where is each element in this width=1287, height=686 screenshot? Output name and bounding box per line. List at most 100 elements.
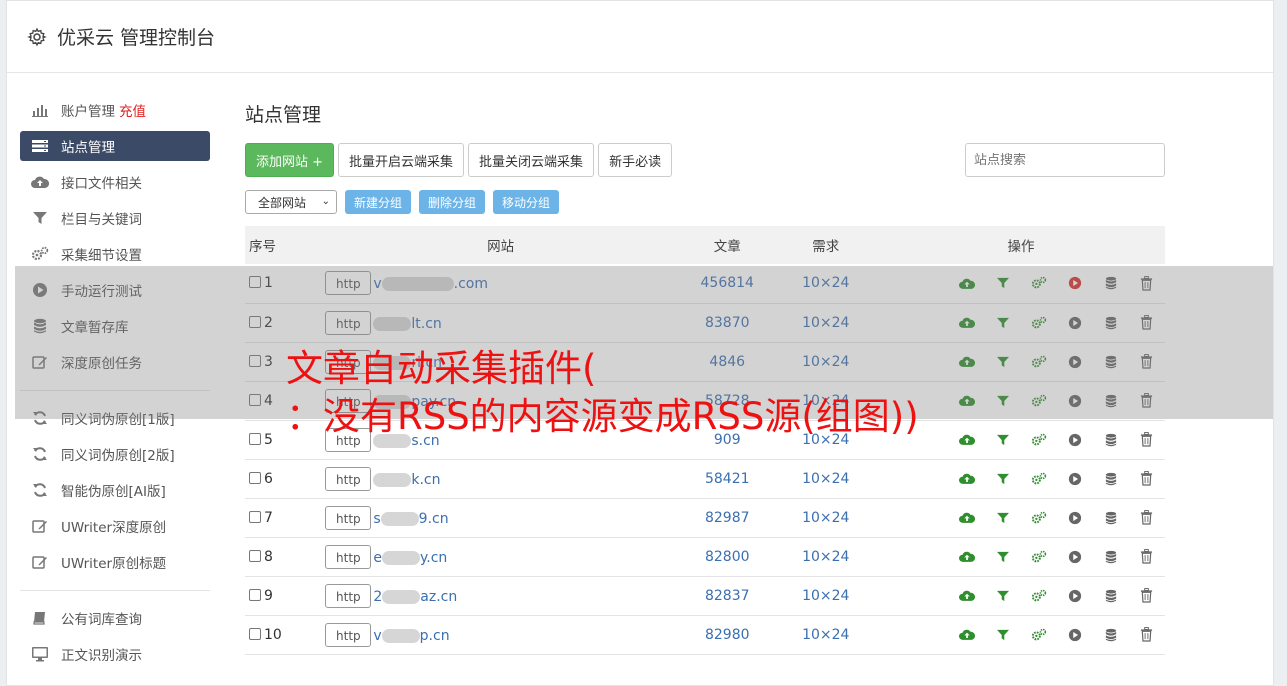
articles-cell[interactable]: 82837 [680, 576, 775, 615]
filter-icon[interactable] [985, 469, 1021, 489]
play-circle-icon[interactable] [1057, 469, 1093, 489]
newbie-guide-button[interactable]: 新手必读 [598, 143, 673, 177]
scheme-badge: http [325, 466, 372, 491]
cloud-upload-icon [31, 174, 49, 190]
row-checkbox[interactable] [249, 432, 261, 445]
site-link[interactable]: s 9.cn [373, 511, 448, 527]
ops-cell [877, 576, 1165, 615]
add-site-button[interactable]: 添加网站 + [245, 143, 335, 177]
play-circle-icon[interactable] [1057, 547, 1093, 567]
trash-icon[interactable] [1129, 547, 1165, 567]
move-group-button[interactable]: 移动分组 [493, 190, 560, 214]
app-title: 优采云 管理控制台 [57, 27, 216, 49]
site-cell: http v p.cn [321, 615, 680, 654]
cloud-upload-icon[interactable] [949, 430, 985, 450]
gears-icon[interactable] [1021, 469, 1057, 489]
gears-icon[interactable] [1021, 586, 1057, 606]
demand-cell[interactable]: 10×24 [775, 498, 877, 537]
filter-icon[interactable] [985, 625, 1021, 645]
cloud-upload-icon[interactable] [949, 508, 985, 528]
site-search-input[interactable] [974, 152, 1156, 168]
row-checkbox[interactable] [249, 588, 261, 601]
sidebar-item-uwriter-deep[interactable]: UWriter深度原创 [20, 511, 210, 541]
site-suffix: y.cn [419, 549, 448, 566]
trash-icon[interactable] [1129, 430, 1165, 450]
row-index: 9 [264, 587, 273, 604]
gears-icon[interactable] [1021, 547, 1057, 567]
site-search-box[interactable] [965, 143, 1165, 177]
play-circle-icon[interactable] [1057, 430, 1093, 450]
trash-icon[interactable] [1129, 508, 1165, 528]
database-icon[interactable] [1093, 430, 1129, 450]
play-circle-icon[interactable] [1057, 586, 1093, 606]
sidebar-item-columns[interactable]: 栏目与关键词 [20, 203, 210, 233]
gears-icon[interactable] [1021, 508, 1057, 528]
cloud-upload-icon[interactable] [949, 586, 985, 606]
filter-icon[interactable] [985, 586, 1021, 606]
row-checkbox[interactable] [249, 471, 261, 484]
ops-cell [877, 615, 1165, 654]
filter-icon[interactable] [985, 430, 1021, 450]
trash-icon[interactable] [1129, 469, 1165, 489]
row-index: 5 [264, 431, 273, 448]
trash-icon[interactable] [1129, 625, 1165, 645]
gears-icon[interactable] [1021, 430, 1057, 450]
articles-cell[interactable]: 58421 [680, 459, 775, 498]
cloud-upload-icon[interactable] [949, 547, 985, 567]
refresh-icon [31, 482, 49, 498]
cloud-upload-icon[interactable] [949, 469, 985, 489]
recharge-link[interactable]: 充值 [119, 100, 146, 120]
database-icon[interactable] [1093, 469, 1129, 489]
database-icon[interactable] [1093, 625, 1129, 645]
row-checkbox[interactable] [249, 549, 261, 562]
site-link[interactable]: k.cn [373, 472, 441, 488]
row-checkbox[interactable] [249, 627, 261, 640]
filter-icon[interactable] [985, 547, 1021, 567]
database-icon[interactable] [1093, 586, 1129, 606]
site-link[interactable]: e y.cn [373, 550, 447, 566]
overlay-line-2: ：没有RSS的内容源变成RSS源(组图)) [286, 395, 919, 438]
ops-cell [877, 498, 1165, 537]
table-row: 6 http k.cn 58421 10×24 [245, 459, 1165, 498]
sidebar-item-collect-settings[interactable]: 采集细节设置 [20, 239, 210, 269]
demand-cell[interactable]: 10×24 [775, 615, 877, 654]
database-icon[interactable] [1093, 508, 1129, 528]
site-group-select[interactable]: 全部网站 ⌄ [245, 190, 337, 214]
row-checkbox[interactable] [249, 510, 261, 523]
site-link[interactable]: v p.cn [373, 628, 449, 644]
play-circle-icon[interactable] [1057, 508, 1093, 528]
ops-cell [877, 459, 1165, 498]
row-index: 8 [264, 548, 273, 565]
filter-icon[interactable] [985, 508, 1021, 528]
batch-open-cloud-button[interactable]: 批量开启云端采集 [338, 143, 465, 177]
sidebar-item-synonym-v2[interactable]: 同义词伪原创[2版] [20, 439, 210, 469]
scheme-badge: http [325, 505, 372, 530]
delete-group-button[interactable]: 删除分组 [419, 190, 486, 214]
sidebar-item-ai-original[interactable]: 智能伪原创[AI版] [20, 475, 210, 505]
overlay-caption: 文章自动采集插件( ：没有RSS的内容源变成RSS源(组图)) [286, 345, 919, 441]
sidebar-item-text-recognition[interactable]: 正文识别演示 [20, 639, 210, 669]
demand-cell[interactable]: 10×24 [775, 459, 877, 498]
sidebar-item-public-lexicon[interactable]: 公有词库查询 [20, 603, 210, 633]
row-index-cell: 6 [245, 459, 321, 498]
trash-icon[interactable] [1129, 586, 1165, 606]
sidebar-item-label: 站点管理 [61, 140, 115, 156]
cloud-upload-icon[interactable] [949, 625, 985, 645]
redacted-blur [373, 472, 412, 487]
sidebar-item-label: 栏目与关键词 [61, 212, 142, 228]
database-icon[interactable] [1093, 547, 1129, 567]
articles-cell[interactable]: 82800 [680, 537, 775, 576]
sidebar-item-interface[interactable]: 接口文件相关 [20, 167, 210, 197]
play-circle-icon[interactable] [1057, 625, 1093, 645]
sidebar-item-sites[interactable]: 站点管理 [20, 131, 210, 161]
demand-cell[interactable]: 10×24 [775, 576, 877, 615]
articles-cell[interactable]: 82980 [680, 615, 775, 654]
demand-cell[interactable]: 10×24 [775, 537, 877, 576]
new-group-button[interactable]: 新建分组 [345, 190, 412, 214]
articles-cell[interactable]: 82987 [680, 498, 775, 537]
gears-icon[interactable] [1021, 625, 1057, 645]
batch-close-cloud-button[interactable]: 批量关闭云端采集 [468, 143, 595, 177]
sidebar-item-account[interactable]: 账户管理 充值 [20, 95, 210, 125]
sidebar-item-uwriter-title[interactable]: UWriter原创标题 [20, 547, 210, 577]
site-link[interactable]: 2 az.cn [373, 589, 457, 605]
